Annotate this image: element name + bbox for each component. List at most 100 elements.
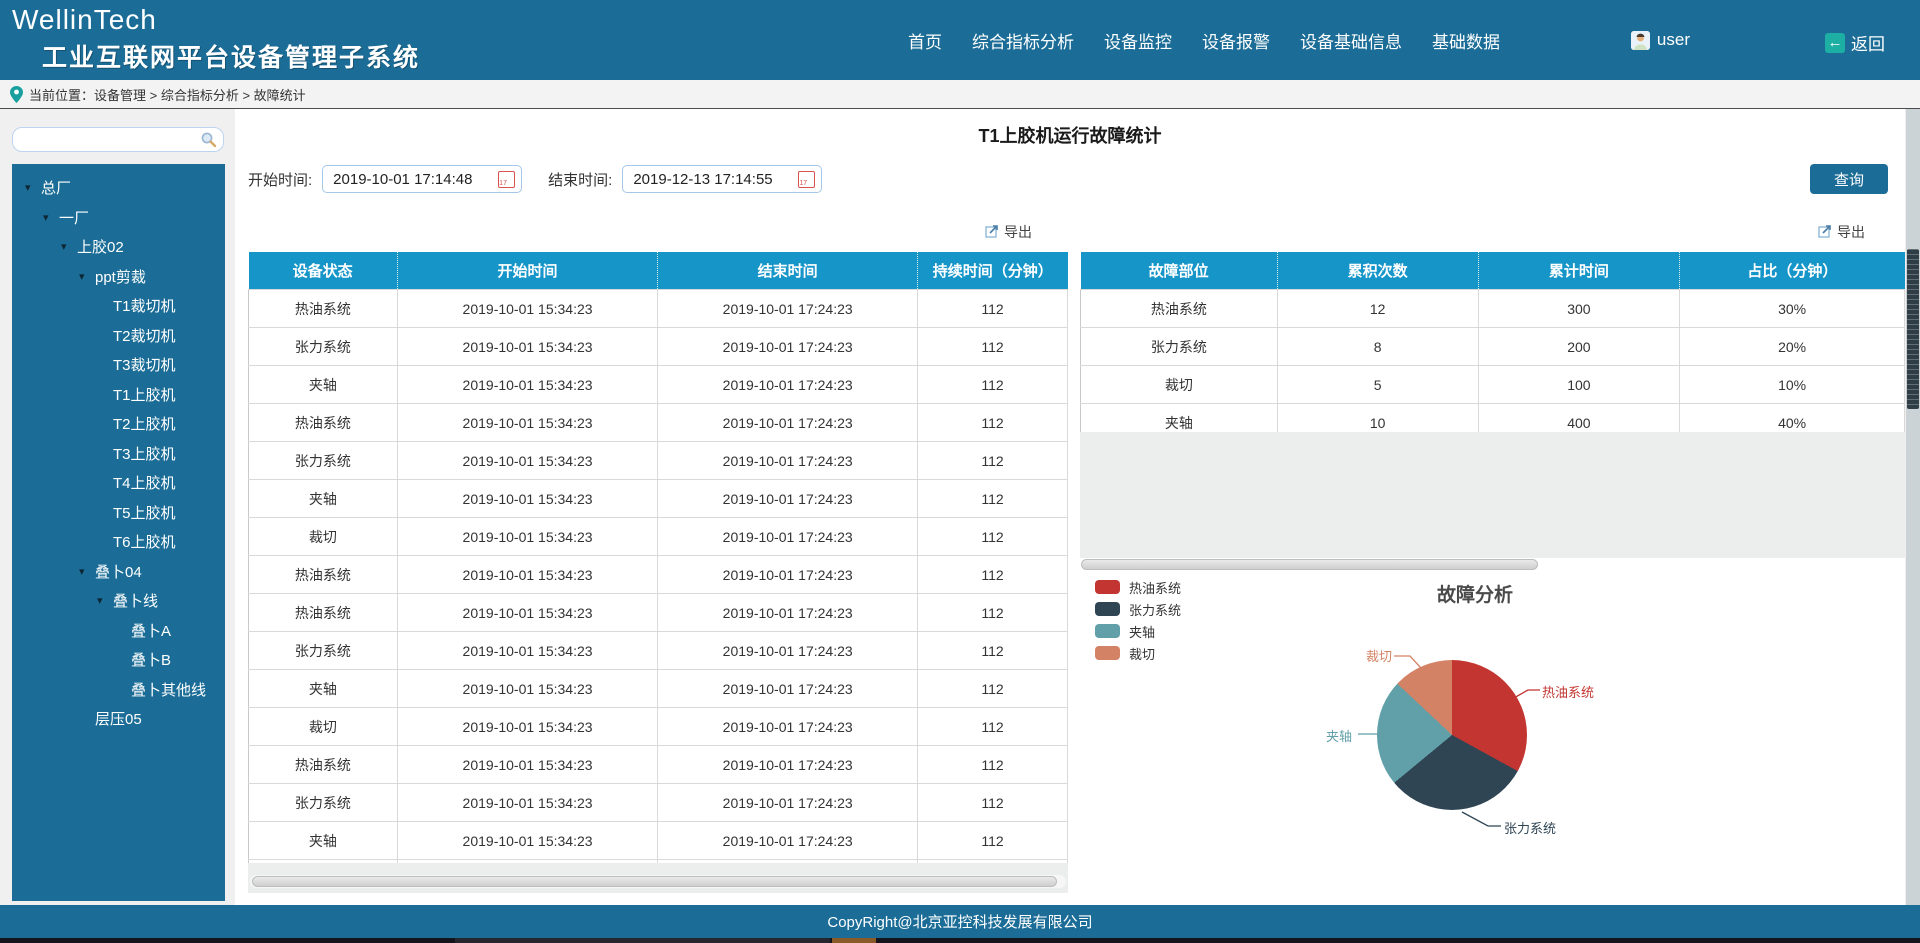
tree-node[interactable]: ▾叠卜线	[12, 587, 225, 617]
table-cell: 2019-10-01 15:34:23	[397, 442, 658, 480]
table-cell: 112	[918, 746, 1068, 784]
tree-node-label: 叠卜其他线	[131, 676, 206, 706]
table-row[interactable]: 张力系统820020%	[1081, 328, 1905, 366]
table-cell: 112	[918, 708, 1068, 746]
nav-item[interactable]: 综合指标分析	[972, 28, 1074, 53]
table-row[interactable]: 张力系统2019-10-01 15:34:232019-10-01 17:24:…	[249, 784, 1068, 822]
table-cell: 2019-10-01 17:24:23	[658, 670, 918, 708]
table-cell: 热油系统	[249, 746, 398, 784]
table-cell: 112	[918, 784, 1068, 822]
table-cell: 张力系统	[1081, 328, 1278, 366]
tree-node-label: 叠卜A	[131, 617, 171, 647]
table-row[interactable]: 张力系统2019-10-01 15:34:232019-10-01 17:24:…	[249, 442, 1068, 480]
table-cell: 夹轴	[249, 822, 398, 860]
table-cell: 112	[918, 822, 1068, 860]
tree-node[interactable]: ▾上胶02	[12, 233, 225, 263]
caret-down-icon: ▾	[25, 174, 41, 204]
pie-label: 张力系统	[1504, 818, 1556, 837]
vertical-scrollbar-thumb[interactable]	[1907, 249, 1919, 409]
table-row[interactable]: 裁切2019-10-01 15:34:232019-10-01 17:24:23…	[249, 708, 1068, 746]
table-row[interactable]: 裁切510010%	[1081, 366, 1905, 404]
nav-item[interactable]: 设备基础信息	[1300, 28, 1402, 53]
tree-node[interactable]: T6上胶机	[12, 528, 225, 558]
search-icon[interactable]	[200, 131, 217, 153]
table-cell: 2019-10-01 17:24:23	[658, 746, 918, 784]
query-button[interactable]: 查询	[1810, 164, 1888, 194]
export-left-button[interactable]: 导出	[985, 222, 1032, 242]
tree-node[interactable]: T3上胶机	[12, 440, 225, 470]
tree-node[interactable]: T4上胶机	[12, 469, 225, 499]
tree-node[interactable]: 层压05	[12, 705, 225, 735]
nav-item[interactable]: 设备报警	[1202, 28, 1270, 53]
end-time-input[interactable]	[622, 165, 822, 193]
table-row[interactable]: 裁切2019-10-01 15:34:232019-10-01 17:24:23…	[249, 518, 1068, 556]
tree-node[interactable]: T2裁切机	[12, 322, 225, 352]
tree-node[interactable]: ▾叠卜04	[12, 558, 225, 588]
start-time-field: 17	[322, 165, 522, 193]
table-cell: 2019-10-01 17:24:23	[658, 708, 918, 746]
table-cell: 112	[918, 632, 1068, 670]
table-row[interactable]: 夹轴1040040%	[1081, 404, 1905, 433]
start-time-input[interactable]	[322, 165, 522, 193]
table-row[interactable]: 热油系统2019-10-01 15:34:232019-10-01 17:24:…	[249, 290, 1068, 328]
table-cell: 夹轴	[249, 670, 398, 708]
tree-node[interactable]: T1上胶机	[12, 381, 225, 411]
user-menu[interactable]: user	[1631, 30, 1690, 50]
horizontal-scrollbar-thumb[interactable]	[1081, 559, 1538, 570]
table-row[interactable]: 热油系统1230030%	[1081, 290, 1905, 328]
table-cell: 20%	[1680, 328, 1905, 366]
table-cell: 112	[918, 480, 1068, 518]
tree-node[interactable]: 叠卜A	[12, 617, 225, 647]
nav-item[interactable]: 设备监控	[1104, 28, 1172, 53]
logo: WellinTech	[12, 4, 420, 36]
export-right-button[interactable]: 导出	[1818, 222, 1865, 242]
table-row[interactable]: 张力系统2019-10-01 15:34:232019-10-01 17:24:…	[249, 328, 1068, 366]
table-row[interactable]: 夹轴2019-10-01 15:34:232019-10-01 17:24:23…	[249, 480, 1068, 518]
tree-node[interactable]: T5上胶机	[12, 499, 225, 529]
app-title: 工业互联网平台设备管理子系统	[42, 38, 420, 74]
vertical-scrollbar	[1906, 109, 1920, 905]
table-cell: 2019-10-01 15:34:23	[397, 746, 658, 784]
nav-item[interactable]: 首页	[908, 28, 942, 53]
table-row[interactable]: 夹轴2019-10-01 15:34:232019-10-01 17:24:23…	[249, 822, 1068, 860]
table-cell: 裁切	[249, 518, 398, 556]
table-cell: 2019-10-01 15:34:23	[397, 290, 658, 328]
export-icon	[985, 224, 999, 241]
tree-node[interactable]: T2上胶机	[12, 410, 225, 440]
tree-node[interactable]: 叠卜B	[12, 646, 225, 676]
table-cell: 200	[1478, 328, 1680, 366]
column-header: 累积次数	[1277, 252, 1478, 290]
tree-node-label: 总厂	[41, 174, 71, 204]
tree-node[interactable]: ▾ppt剪裁	[12, 263, 225, 293]
back-button[interactable]: ← 返回	[1825, 30, 1885, 55]
tree-node-label: T4上胶机	[113, 469, 176, 499]
tree-node[interactable]: ▾总厂	[12, 174, 225, 204]
tree-node[interactable]: 叠卜其他线	[12, 676, 225, 706]
table-cell: 30%	[1680, 290, 1905, 328]
table-cell: 112	[918, 556, 1068, 594]
table-cell: 2019-10-01 15:34:23	[397, 784, 658, 822]
tree-node[interactable]: T3裁切机	[12, 351, 225, 381]
table-row[interactable]: 热油系统2019-10-01 15:34:232019-10-01 17:24:…	[249, 594, 1068, 632]
tree-node[interactable]: T1裁切机	[12, 292, 225, 322]
table-cell: 2019-10-01 15:34:23	[397, 822, 658, 860]
tree-node-label: T2裁切机	[113, 322, 176, 352]
main-nav: 首页 综合指标分析 设备监控 设备报警 设备基础信息 基础数据	[908, 0, 1500, 80]
table-cell: 2019-10-01 17:24:23	[658, 784, 918, 822]
search-input[interactable]	[12, 127, 224, 152]
table-row[interactable]: 热油系统2019-10-01 15:34:232019-10-01 17:24:…	[249, 746, 1068, 784]
horizontal-scrollbar-thumb[interactable]	[252, 876, 1057, 887]
table-row[interactable]: 热油系统2019-10-01 15:34:232019-10-01 17:24:…	[249, 556, 1068, 594]
tree-node-label: 上胶02	[77, 233, 124, 263]
table-row[interactable]: 夹轴2019-10-01 15:34:232019-10-01 17:24:23…	[249, 366, 1068, 404]
table-row[interactable]: 夹轴2019-10-01 15:34:232019-10-01 17:24:23…	[249, 670, 1068, 708]
table-cell: 112	[918, 328, 1068, 366]
column-header: 结束时间	[658, 252, 918, 290]
table-cell: 100	[1478, 366, 1680, 404]
table-row[interactable]: 热油系统2019-10-01 15:34:232019-10-01 17:24:…	[249, 404, 1068, 442]
table-row[interactable]: 张力系统2019-10-01 15:34:232019-10-01 17:24:…	[249, 632, 1068, 670]
tree-node[interactable]: ▾一厂	[12, 204, 225, 234]
calendar-icon[interactable]: 17	[498, 171, 515, 188]
calendar-icon[interactable]: 17	[798, 171, 815, 188]
nav-item[interactable]: 基础数据	[1432, 28, 1500, 53]
